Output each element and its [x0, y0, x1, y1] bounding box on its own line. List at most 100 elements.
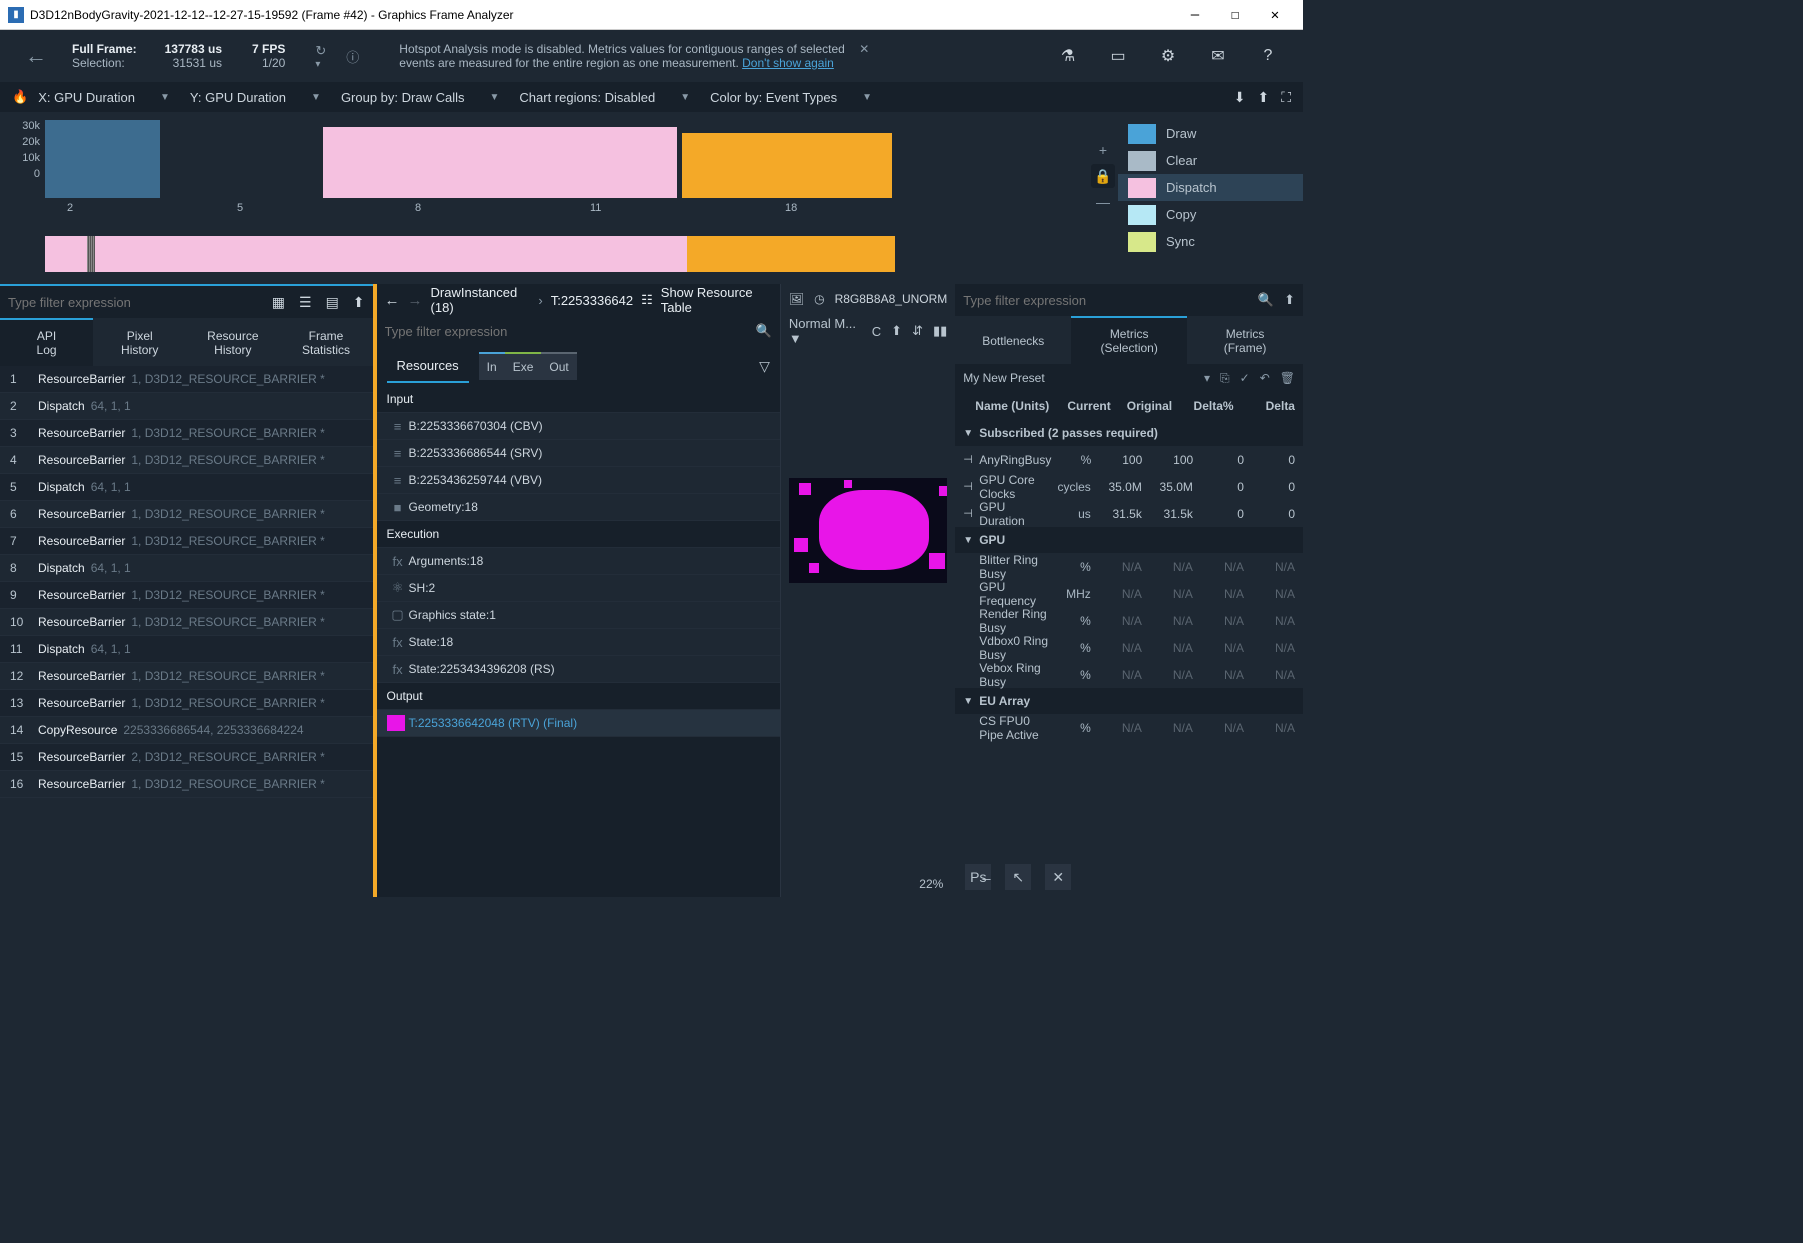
list-icon[interactable]: ▤ — [326, 294, 339, 311]
overview-chart[interactable] — [45, 236, 1088, 272]
search-icon[interactable]: 🔍 — [756, 323, 772, 339]
resource-row[interactable]: T:2253336642048 (RTV) (Final) — [377, 710, 780, 737]
legend-item[interactable]: Clear — [1118, 147, 1303, 174]
api-row[interactable]: 14CopyResource2253336686544, 22533366842… — [0, 717, 373, 744]
export-image-icon[interactable]: ⬆ — [891, 323, 902, 339]
expand-icon[interactable]: ⛶ — [1281, 89, 1291, 106]
resource-row[interactable]: ▢Graphics state:1 — [377, 602, 780, 629]
api-row[interactable]: 12ResourceBarrier1, D3D12_RESOURCE_BARRI… — [0, 663, 373, 690]
metric-row[interactable]: Vdbox0 Ring Busy%N/AN/AN/AN/A — [955, 634, 1303, 661]
api-row[interactable]: 9ResourceBarrier1, D3D12_RESOURCE_BARRIE… — [0, 582, 373, 609]
resource-row[interactable]: fxState:2253434396208 (RS) — [377, 656, 780, 683]
api-row[interactable]: 1ResourceBarrier1, D3D12_RESOURCE_BARRIE… — [0, 366, 373, 393]
api-row[interactable]: 10ResourceBarrier1, D3D12_RESOURCE_BARRI… — [0, 609, 373, 636]
hotspot-close-icon[interactable]: ✕ — [859, 42, 869, 56]
tab-api-log[interactable]: APILog — [0, 318, 93, 366]
metrics-tab[interactable]: Metrics(Selection) — [1071, 316, 1187, 364]
texture-preview[interactable] — [789, 478, 947, 583]
metric-group-header[interactable]: ▼Subscribed (2 passes required) — [955, 420, 1303, 446]
histogram-icon[interactable]: ▮▮ — [933, 323, 947, 339]
crumb-back-icon[interactable]: ← — [385, 292, 400, 309]
hotspot-link[interactable]: Don't show again — [742, 56, 834, 70]
api-row[interactable]: 7ResourceBarrier1, D3D12_RESOURCE_BARRIE… — [0, 528, 373, 555]
tab-pixel-history[interactable]: PixelHistory — [93, 318, 186, 366]
settings-icon[interactable]: ⚙ — [1143, 36, 1193, 76]
pin-icon[interactable]: ⊣ — [963, 480, 979, 493]
preset-delete-icon[interactable]: 🗑 — [1280, 371, 1295, 386]
layers-icon[interactable]: ☷ — [641, 292, 653, 308]
metric-group-header[interactable]: ▼EU Array — [955, 688, 1303, 714]
export-api-icon[interactable]: ⬆ — [353, 294, 365, 311]
legend-item[interactable]: Draw — [1118, 120, 1303, 147]
feedback-icon[interactable]: ✉ — [1193, 36, 1243, 76]
preset-undo-icon[interactable]: ↶ — [1260, 371, 1270, 386]
tree-icon[interactable]: ☰ — [299, 294, 312, 311]
color-by-select[interactable]: Color by: Event Types▼ — [710, 90, 872, 105]
crumb-draw[interactable]: DrawInstanced (18) — [431, 285, 531, 315]
minimize-button[interactable]: — — [1175, 7, 1215, 23]
preset-copy-icon[interactable]: ⎘ — [1220, 371, 1230, 386]
zoom-in-icon[interactable]: + — [1099, 142, 1107, 158]
bar-draw[interactable] — [45, 120, 160, 198]
action-ps-icon[interactable]: Ps̶ — [965, 864, 991, 890]
clock-icon[interactable]: ◷ — [814, 292, 824, 306]
api-row[interactable]: 4ResourceBarrier1, D3D12_RESOURCE_BARRIE… — [0, 447, 373, 474]
refresh-icon[interactable]: ↻ — [315, 43, 326, 59]
x-axis-select[interactable]: X: GPU Duration▼ — [38, 90, 170, 105]
import-icon[interactable]: ⬇ — [1234, 89, 1246, 106]
metrics-tab[interactable]: Bottlenecks — [955, 316, 1071, 364]
image-icon[interactable]: 🖼 — [789, 292, 804, 306]
folder-icon[interactable]: ▦ — [272, 294, 285, 311]
preset-select[interactable]: My New Preset — [963, 371, 1044, 385]
copy-icon[interactable]: C — [872, 324, 881, 339]
pin-icon[interactable]: ⊣ — [963, 507, 979, 520]
help-icon[interactable]: ? — [1243, 36, 1293, 76]
metric-row[interactable]: Render Ring Busy%N/AN/AN/AN/A — [955, 607, 1303, 634]
group-by-select[interactable]: Group by: Draw Calls▼ — [341, 90, 499, 105]
legend-item[interactable]: Dispatch — [1118, 174, 1303, 201]
notes-icon[interactable]: ▭ — [1093, 36, 1143, 76]
bar-chart[interactable] — [45, 120, 1088, 198]
metric-row[interactable]: Blitter Ring Busy%N/AN/AN/AN/A — [955, 553, 1303, 580]
tab-resource-history[interactable]: ResourceHistory — [186, 318, 279, 366]
info-icon[interactable]: ⓘ — [346, 47, 359, 66]
chart-regions-select[interactable]: Chart regions: Disabled▼ — [519, 90, 690, 105]
api-row[interactable]: 16ResourceBarrier1, D3D12_RESOURCE_BARRI… — [0, 771, 373, 798]
resource-row[interactable]: ≡B:2253336686544 (SRV) — [377, 440, 780, 467]
api-row[interactable]: 13ResourceBarrier1, D3D12_RESOURCE_BARRI… — [0, 690, 373, 717]
close-button[interactable]: ✕ — [1255, 7, 1295, 23]
refresh-caret-icon[interactable]: ▾ — [315, 59, 326, 70]
metrics-tab[interactable]: Metrics(Frame) — [1187, 316, 1303, 364]
resource-row[interactable]: ≡B:2253336670304 (CBV) — [377, 413, 780, 440]
pin-icon[interactable]: ⊣ — [963, 453, 979, 466]
metric-row[interactable]: ⊣AnyRingBusy%10010000 — [955, 446, 1303, 473]
resource-filter-input[interactable] — [385, 324, 756, 339]
filter-out[interactable]: Out — [541, 352, 576, 380]
filter-in[interactable]: In — [479, 352, 505, 380]
resource-row[interactable]: fxArguments:18 — [377, 548, 780, 575]
export-icon[interactable]: ⬆ — [1257, 89, 1269, 106]
action-clear-icon[interactable]: ✕ — [1045, 864, 1071, 890]
metric-group-header[interactable]: ▼GPU — [955, 527, 1303, 553]
tab-resources[interactable]: Resources — [387, 350, 469, 383]
api-row[interactable]: 15ResourceBarrier2, D3D12_RESOURCE_BARRI… — [0, 744, 373, 771]
legend-item[interactable]: Sync — [1118, 228, 1303, 255]
view-mode-select[interactable]: Normal M... ▼ — [789, 316, 862, 346]
resource-row[interactable]: ⚛SH:2 — [377, 575, 780, 602]
metric-row[interactable]: ⊣GPU Durationus31.5k31.5k00 — [955, 500, 1303, 527]
export-metrics-icon[interactable]: ⬆ — [1284, 292, 1295, 308]
filter-exe[interactable]: Exe — [505, 352, 542, 380]
api-row[interactable]: 11Dispatch64, 1, 1 — [0, 636, 373, 663]
tab-frame-statistics[interactable]: FrameStatistics — [279, 318, 372, 366]
resource-row[interactable]: ≡B:2253436259744 (VBV) — [377, 467, 780, 494]
preset-check-icon[interactable]: ✓ — [1240, 371, 1250, 386]
api-filter-input[interactable] — [8, 295, 272, 310]
bar-copy[interactable] — [682, 133, 892, 198]
legend-item[interactable]: Copy — [1118, 201, 1303, 228]
search-icon[interactable]: 🔍 — [1258, 292, 1274, 308]
lock-icon[interactable]: 🔒 — [1091, 164, 1115, 188]
metric-row[interactable]: ⊣GPU Core Clockscycles35.0M35.0M00 — [955, 473, 1303, 500]
action-arrow-icon[interactable]: ↖ — [1005, 864, 1031, 890]
api-row[interactable]: 5Dispatch64, 1, 1 — [0, 474, 373, 501]
back-button[interactable]: ← — [10, 43, 62, 69]
